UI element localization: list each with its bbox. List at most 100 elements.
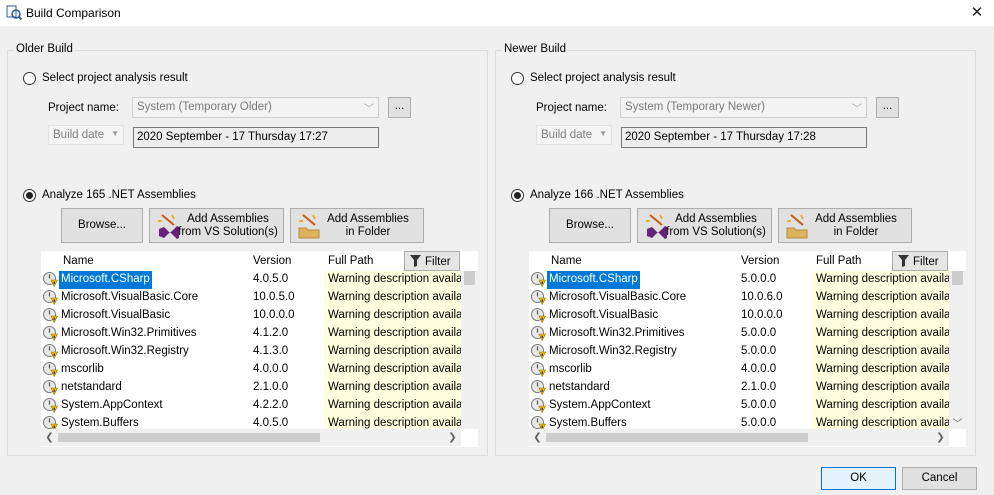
list-header: Name Version Full Path Filter — [41, 251, 478, 271]
table-row[interactable]: netstandard 2.1.0.0 Warning description av… — [529, 379, 966, 397]
select-analysis-radio[interactable] — [23, 72, 36, 85]
build-comparison-icon — [6, 5, 22, 21]
assembly-version: 10.0.0.0 — [253, 309, 295, 321]
ok-button[interactable]: OK — [821, 467, 896, 490]
assembly-list[interactable]: Name Version Full Path Filter Microsoft.… — [41, 251, 478, 447]
column-name[interactable]: Name — [63, 255, 94, 267]
table-row[interactable]: System.AppContext 5.0.0.0 Warning descript… — [529, 397, 966, 415]
assembly-version: 4.0.5.0 — [253, 273, 289, 285]
assembly-version: 10.0.5.0 — [253, 291, 295, 303]
warning-assembly-icon — [531, 380, 546, 395]
assembly-name: Microsoft.Win32.Registry — [61, 345, 189, 357]
warning-assembly-icon — [531, 308, 546, 323]
table-row[interactable]: System.AppContext 4.2.2.0 Warning descript… — [41, 397, 478, 415]
filter-button[interactable]: Filter — [892, 251, 948, 271]
assembly-name: System.AppContext — [61, 399, 163, 411]
table-row[interactable]: Microsoft.CSharp 5.0.0.0 Warning descripti… — [529, 271, 966, 289]
select-analysis-label: Select project analysis result — [42, 72, 188, 84]
add-from-vs-solution-button[interactable]: Add Assemblies from VS Solution(s) — [149, 208, 284, 243]
assembly-full-path: Warning description available — [812, 307, 949, 325]
project-name-combo[interactable]: System (Temporary Newer) ﹀ — [620, 97, 867, 118]
assembly-version: 4.1.2.0 — [253, 327, 289, 339]
chevron-down-icon: ▼ — [599, 129, 607, 138]
project-name-combo[interactable]: System (Temporary Older) ﹀ — [132, 97, 379, 118]
column-full-path[interactable]: Full Path — [816, 255, 861, 267]
assembly-list[interactable]: Name Version Full Path Filter Microsoft.… — [529, 251, 966, 447]
project-browse-button[interactable]: ... — [388, 97, 411, 118]
warning-assembly-icon — [43, 380, 58, 395]
close-icon[interactable]: ✕ — [966, 2, 988, 24]
project-name-label: Project name: — [48, 102, 119, 114]
table-row[interactable]: Microsoft.VisualBasic.Core 10.0.6.0 Warnin… — [529, 289, 966, 307]
add-from-vs-line2: from VS Solution(s) — [666, 226, 766, 238]
column-full-path[interactable]: Full Path — [328, 255, 373, 267]
horizontal-scrollbar[interactable]: ❮ ❯ — [529, 429, 949, 446]
list-header: Name Version Full Path Filter — [529, 251, 966, 271]
select-analysis-radio[interactable] — [511, 72, 524, 85]
table-row[interactable]: Microsoft.CSharp 4.0.5.0 Warning descripti… — [41, 271, 478, 289]
browse-button[interactable]: Browse... — [549, 208, 631, 243]
scroll-thumb[interactable] — [546, 433, 808, 442]
table-row[interactable]: Microsoft.Win32.Registry 5.0.0.0 Warning d… — [529, 343, 966, 361]
column-version[interactable]: Version — [741, 255, 779, 267]
assembly-name: Microsoft.Win32.Primitives — [549, 327, 685, 339]
column-version[interactable]: Version — [253, 255, 291, 267]
assembly-version: 5.0.0.0 — [741, 345, 777, 357]
assembly-name: Microsoft.VisualBasic — [549, 309, 659, 321]
assembly-name: mscorlib — [61, 363, 104, 375]
assembly-name: Microsoft.VisualBasic.Core — [549, 291, 687, 303]
assembly-full-path: Warning description available — [324, 379, 461, 397]
build-date-field[interactable]: 2020 September - 17 Thursday 17:27 — [133, 127, 379, 148]
vertical-scrollbar[interactable]: ﹀ — [949, 271, 966, 430]
build-date-dropdown[interactable]: Build date ▼ — [48, 125, 124, 145]
table-row[interactable]: Microsoft.Win32.Registry 4.1.3.0 Warning d… — [41, 343, 478, 361]
scroll-thumb[interactable] — [58, 433, 320, 442]
table-row[interactable]: Microsoft.VisualBasic 10.0.0.0 Warning des… — [41, 307, 478, 325]
table-row[interactable]: Microsoft.VisualBasic 10.0.0.0 Warning des… — [529, 307, 966, 325]
analyze-assemblies-radio[interactable] — [511, 189, 524, 202]
build-date-dropdown[interactable]: Build date ▼ — [536, 125, 612, 145]
add-from-vs-solution-button[interactable]: Add Assemblies from VS Solution(s) — [637, 208, 772, 243]
filter-button[interactable]: Filter — [404, 251, 460, 271]
warning-assembly-icon — [43, 326, 58, 341]
scroll-right-icon[interactable]: ❯ — [932, 432, 949, 443]
assembly-full-path: Warning description available — [812, 289, 949, 307]
assembly-name: netstandard — [549, 381, 610, 393]
cancel-button[interactable]: Cancel — [902, 467, 977, 490]
warning-assembly-icon — [531, 398, 546, 413]
scroll-left-icon[interactable]: ❮ — [529, 432, 546, 443]
scroll-down-icon[interactable]: ﹀ — [949, 415, 966, 430]
browse-button[interactable]: Browse... — [61, 208, 143, 243]
add-in-folder-button[interactable]: Add Assemblies in Folder — [290, 208, 424, 243]
assembly-full-path: Warning description available — [812, 271, 949, 289]
table-row[interactable]: mscorlib 4.0.0.0 Warning description avail… — [529, 361, 966, 379]
add-in-folder-button[interactable]: Add Assemblies in Folder — [778, 208, 912, 243]
assembly-full-path: Warning description available — [324, 289, 461, 307]
warning-assembly-icon — [43, 272, 58, 287]
table-row[interactable]: netstandard 2.1.0.0 Warning description av… — [41, 379, 478, 397]
vertical-scrollbar[interactable] — [461, 271, 478, 429]
scroll-thumb[interactable] — [952, 271, 963, 285]
horizontal-scrollbar[interactable]: ❮ ❯ — [41, 429, 461, 446]
table-row[interactable]: Microsoft.Win32.Primitives 4.1.2.0 Warning… — [41, 325, 478, 343]
assembly-full-path: Warning description available — [812, 397, 949, 415]
warning-assembly-icon — [531, 272, 546, 287]
assembly-name: Microsoft.Win32.Registry — [549, 345, 677, 357]
table-row[interactable]: mscorlib 4.0.0.0 Warning description avail… — [41, 361, 478, 379]
add-in-folder-line1: Add Assemblies — [327, 213, 409, 225]
assembly-version: 5.0.0.0 — [741, 273, 777, 285]
assembly-version: 5.0.0.0 — [741, 399, 777, 411]
assembly-version: 4.0.5.0 — [253, 417, 289, 429]
scroll-left-icon[interactable]: ❮ — [41, 432, 58, 443]
build-date-field[interactable]: 2020 September - 17 Thursday 17:28 — [621, 127, 867, 148]
column-name[interactable]: Name — [551, 255, 582, 267]
older-build-group: Older Build Select project analysis resu… — [7, 43, 488, 456]
analyze-assemblies-radio[interactable] — [23, 189, 36, 202]
chevron-down-icon: ▼ — [111, 129, 119, 138]
table-row[interactable]: Microsoft.VisualBasic.Core 10.0.5.0 Warnin… — [41, 289, 478, 307]
table-row[interactable]: Microsoft.Win32.Primitives 5.0.0.0 Warning… — [529, 325, 966, 343]
project-browse-button[interactable]: ... — [876, 97, 899, 118]
warning-assembly-icon — [43, 344, 58, 359]
scroll-right-icon[interactable]: ❯ — [444, 432, 461, 443]
scroll-thumb[interactable] — [464, 271, 475, 285]
